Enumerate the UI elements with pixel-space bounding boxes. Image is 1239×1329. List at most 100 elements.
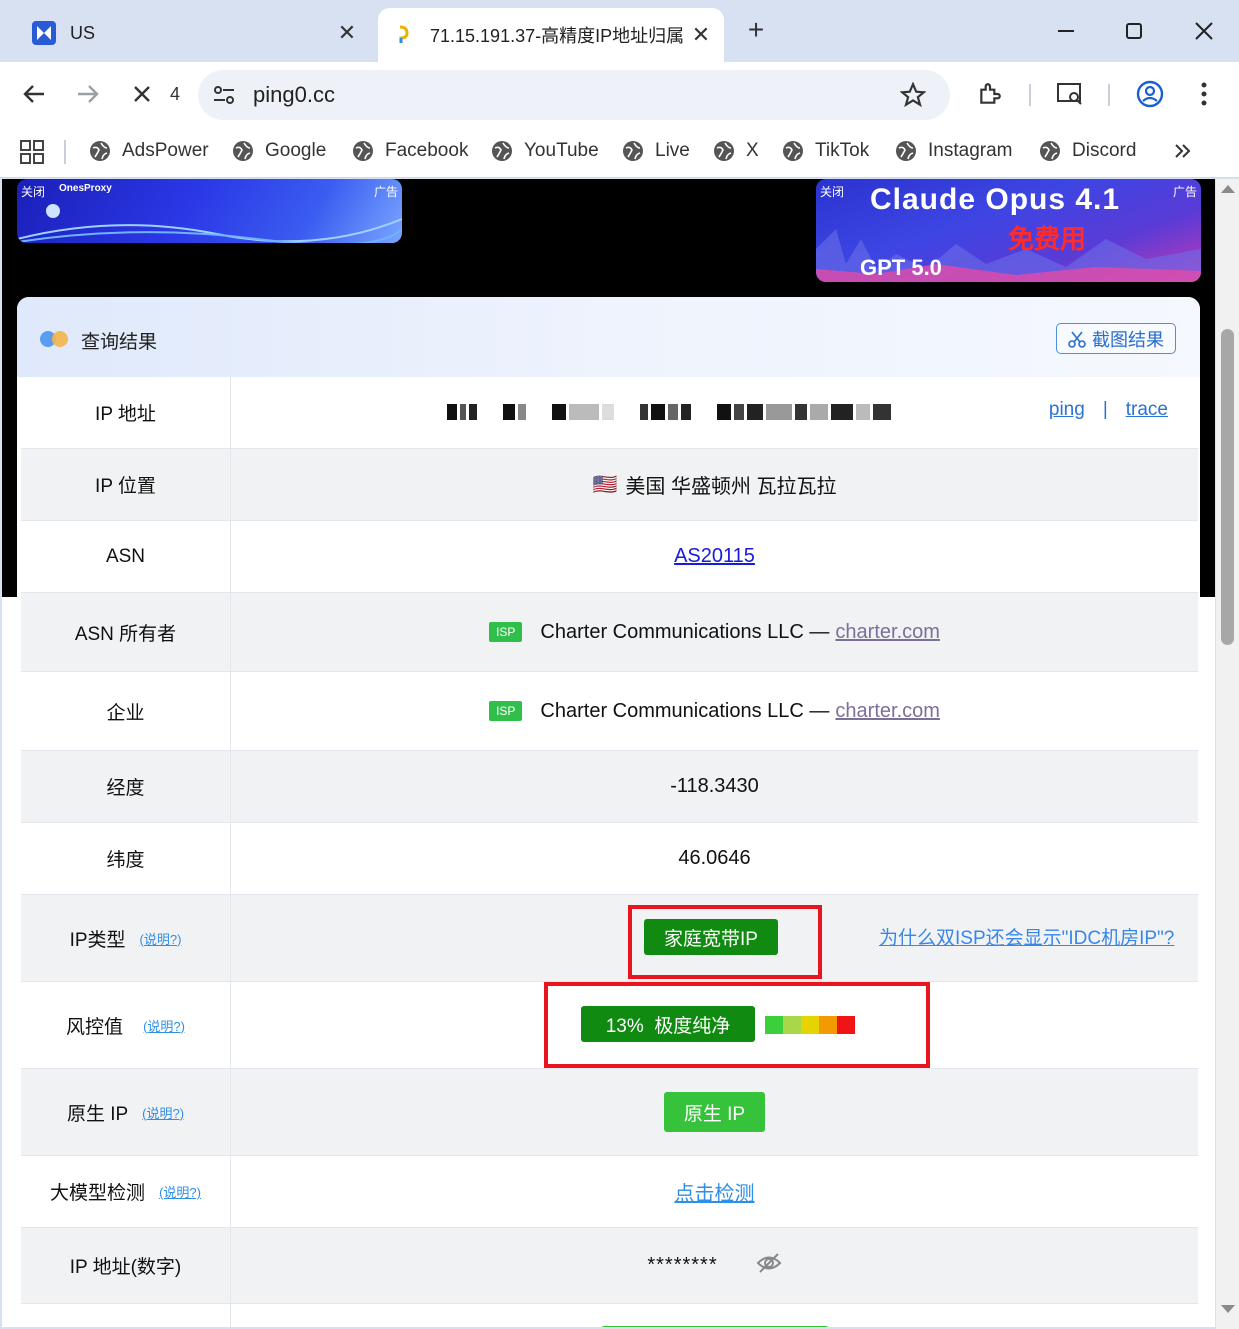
close-icon[interactable]: ✕ [686, 22, 716, 48]
risk-scale-bar [765, 1016, 855, 1034]
globe-icon [90, 141, 110, 161]
address-bar[interactable]: ping0.cc [198, 70, 950, 120]
bookmark-adspower[interactable]: AdsPower [89, 140, 209, 162]
tab-strip: US ✕ 71.15.191.37-高精度IP地址归属 ✕ + [0, 0, 1239, 62]
chevron-double-right-icon[interactable] [1174, 142, 1192, 165]
ad-label: 广告 [1172, 185, 1197, 199]
bookmark-label: Discord [1072, 140, 1137, 161]
url-text[interactable]: ping0.cc [253, 82, 335, 108]
link-separator: | [1102, 399, 1108, 420]
row-ip-type: IP类型 (说明?) 家庭宽带IP 为什么双ISP还会显示"IDC机房IP"? [21, 895, 1198, 982]
row-label: IP 位置 [21, 449, 231, 520]
back-button[interactable] [16, 76, 52, 112]
trace-link[interactable]: trace [1126, 399, 1168, 421]
native-ip-badge: 原生 IP [664, 1092, 765, 1132]
toolbar-divider [1108, 84, 1110, 106]
tab-title: 71.15.191.37-高精度IP地址归属 [430, 26, 685, 46]
row-label: IP 地址(数字) [21, 1228, 231, 1303]
ip-type-badge: 家庭宽带IP [644, 919, 778, 955]
scroll-down-arrow[interactable] [1221, 1305, 1235, 1313]
bookmark-label: Live [655, 140, 690, 161]
row-label: ASN 所有者 [21, 593, 231, 671]
page-search-icon[interactable] [1052, 76, 1088, 112]
maximize-button[interactable] [1114, 14, 1154, 48]
row-latitude: 纬度 46.0646 [21, 823, 1198, 895]
close-window-button[interactable] [1184, 14, 1224, 48]
us-flag-icon: 🇺🇸 [592, 474, 618, 496]
ad-subtitle: GPT 5.0 [860, 255, 942, 280]
bookmark-instagram[interactable]: Instagram [895, 140, 1012, 162]
risk-badge: 13% 极度纯净 [581, 1006, 755, 1042]
bookmark-facebook[interactable]: Facebook [352, 140, 468, 162]
latitude-value: 46.0646 [678, 847, 751, 869]
forward-button[interactable] [70, 76, 106, 112]
bookmark-label: X [746, 140, 759, 161]
help-link[interactable]: (说明?) [143, 1016, 185, 1035]
row-label-text: 大模型检测 [50, 1183, 146, 1204]
bookmark-star-icon[interactable] [899, 81, 927, 113]
bookmark-x[interactable]: X [713, 140, 759, 162]
extensions-icon[interactable] [972, 76, 1008, 112]
ad-banner-left[interactable]: 关闭 OnesProxy 广告 [17, 179, 402, 243]
stop-loading-button[interactable] [124, 76, 160, 112]
globe-icon [353, 141, 373, 161]
help-link[interactable]: (说明?) [140, 929, 182, 948]
bookmark-discord[interactable]: Discord [1039, 140, 1136, 162]
more-menu-icon[interactable] [1186, 76, 1222, 112]
tab-ping0[interactable]: 71.15.191.37-高精度IP地址归属 ✕ [378, 8, 724, 62]
result-table: IP 地址 ping | trace IP 位置 🇺🇸 美国 华盛顿州 瓦拉瓦拉… [21, 377, 1198, 1327]
bookmark-google[interactable]: Google [232, 140, 326, 162]
globe-icon [714, 141, 734, 161]
click-to-check-link[interactable]: 点击检测 [675, 1177, 755, 1206]
apps-grid-icon[interactable] [20, 140, 44, 169]
bookmark-live[interactable]: Live [622, 140, 690, 162]
ip-type-value: 家庭宽带IP 为什么双ISP还会显示"IDC机房IP"? [231, 895, 1198, 981]
row-label-text: 风控值 [66, 1016, 124, 1038]
asn-link[interactable]: AS20115 [674, 545, 755, 568]
ping0-favicon-icon [392, 23, 416, 47]
bookmark-label: Facebook [385, 140, 469, 161]
eye-off-icon[interactable] [756, 1252, 782, 1280]
bookmark-label: YouTube [524, 140, 599, 161]
ad-highlight: 免费用 [1008, 224, 1087, 254]
ad-banner-right[interactable]: 关闭 广告 Claude Opus 4.1 免费用 GPT 5.0 [816, 179, 1201, 282]
row-label [21, 1304, 231, 1327]
site-settings-icon[interactable] [212, 84, 236, 111]
row-label: 企业 [21, 672, 231, 750]
ip-address-value: ping | trace [231, 377, 1198, 448]
row-label-text: IP类型 [69, 929, 126, 951]
new-tab-button[interactable]: + [740, 14, 772, 46]
ad-close-label[interactable]: 关闭 [21, 183, 45, 200]
help-link[interactable]: (说明?) [142, 1103, 184, 1122]
row-label: IP类型 (说明?) [21, 895, 231, 981]
risk-scale-segment [837, 1016, 855, 1034]
close-icon[interactable]: ✕ [332, 20, 362, 46]
screenshot-result-button[interactable]: 截图结果 [1056, 323, 1176, 354]
ad-brand: OnesProxy [59, 183, 112, 194]
row-ip-location: IP 位置 🇺🇸 美国 华盛顿州 瓦拉瓦拉 [21, 449, 1198, 521]
page-scrollbar[interactable] [1216, 179, 1239, 1329]
scrollbar-thumb[interactable] [1221, 329, 1234, 645]
risk-scale-segment [783, 1016, 801, 1034]
bookmark-tiktok[interactable]: TikTok [782, 140, 869, 162]
asn-owner-domain-link[interactable]: charter.com [835, 621, 939, 644]
location-text: 美国 华盛顿州 瓦拉瓦拉 [625, 476, 837, 498]
minimize-button[interactable] [1046, 14, 1086, 48]
scroll-up-arrow[interactable] [1221, 185, 1235, 193]
tab-us[interactable]: US ✕ [10, 8, 370, 58]
enterprise-domain-link[interactable]: charter.com [835, 700, 939, 723]
partial-badge [601, 1326, 829, 1327]
isp-badge: ISP [489, 622, 523, 642]
row-asn-owner: ASN 所有者 ISP Charter Communications LLC —… [21, 593, 1198, 672]
bookmarks-bar: AdsPower Google Facebook YouTube Live X … [0, 128, 1239, 178]
help-link[interactable]: (说明?) [159, 1182, 201, 1201]
why-idc-link[interactable]: 为什么双ISP还会显示"IDC机房IP"? [879, 923, 1174, 950]
ad-close-label[interactable]: 关闭 [820, 183, 844, 200]
toolbar-divider [1029, 84, 1031, 106]
bookmark-label: TikTok [815, 140, 870, 161]
browser-toolbar: 4 ping0.cc [0, 62, 1239, 128]
bookmark-youtube[interactable]: YouTube [491, 140, 599, 162]
profile-avatar-icon[interactable] [1132, 76, 1168, 112]
ping-link[interactable]: ping [1049, 399, 1085, 421]
row-asn: ASN AS20115 [21, 521, 1198, 593]
